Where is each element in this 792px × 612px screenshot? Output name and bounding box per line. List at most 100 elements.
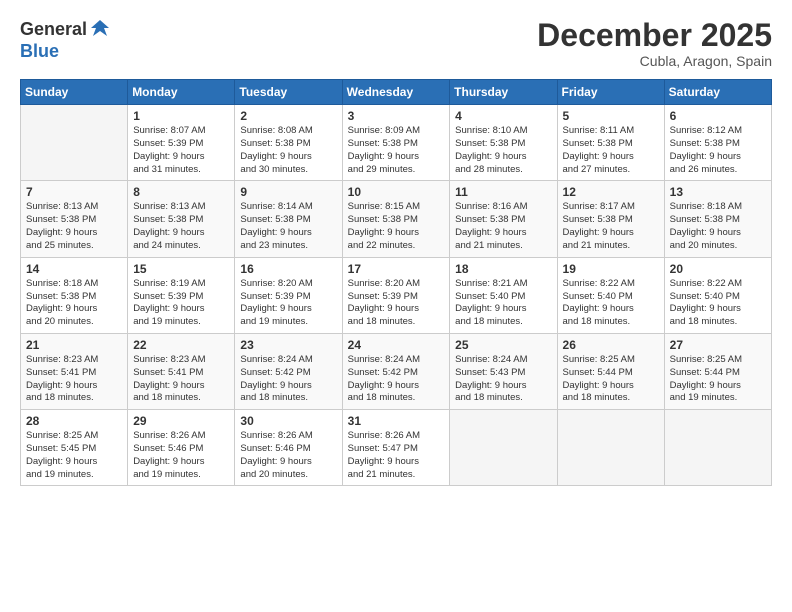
- col-sunday: Sunday: [21, 80, 128, 105]
- calendar-day-cell: 31 Sunrise: 8:26 AM Sunset: 5:47 PM Dayli…: [342, 410, 450, 486]
- day-number: 3: [348, 109, 445, 123]
- day-number: 19: [563, 262, 659, 276]
- day-info: Sunrise: 8:09 AM Sunset: 5:38 PM Dayligh…: [348, 125, 445, 176]
- day-info: Sunrise: 8:20 AM Sunset: 5:39 PM Dayligh…: [348, 278, 445, 329]
- day-info: Sunrise: 8:23 AM Sunset: 5:41 PM Dayligh…: [133, 354, 229, 405]
- calendar-day-cell: 2Sunrise: 8:08 AM Sunset: 5:38 PM Daylig…: [235, 105, 342, 181]
- day-info: Sunrise: 8:25 AM Sunset: 5:45 PM Dayligh…: [26, 430, 122, 481]
- logo-blue-text: Blue: [20, 41, 59, 61]
- calendar-day-cell: 25 Sunrise: 8:24 AM Sunset: 5:43 PM Dayli…: [450, 333, 557, 409]
- calendar-day-cell: [21, 105, 128, 181]
- day-info: Sunrise: 8:14 AM Sunset: 5:38 PM Dayligh…: [240, 201, 336, 252]
- day-number: 7: [26, 185, 122, 199]
- calendar-day-cell: 23 Sunrise: 8:24 AM Sunset: 5:42 PM Dayli…: [235, 333, 342, 409]
- day-info: Sunrise: 8:07 AM Sunset: 5:39 PM Dayligh…: [133, 125, 229, 176]
- day-info: Sunrise: 8:26 AM Sunset: 5:46 PM Dayligh…: [240, 430, 336, 481]
- title-block: December 2025 Cubla, Aragon, Spain: [537, 18, 772, 69]
- calendar-day-cell: 20Sunrise: 8:22 AM Sunset: 5:40 PM Dayli…: [664, 257, 771, 333]
- day-number: 8: [133, 185, 229, 199]
- calendar-day-cell: 24 Sunrise: 8:24 AM Sunset: 5:42 PM Dayli…: [342, 333, 450, 409]
- calendar-day-cell: 21Sunrise: 8:23 AM Sunset: 5:41 PM Dayli…: [21, 333, 128, 409]
- day-number: 20: [670, 262, 766, 276]
- day-number: 15: [133, 262, 229, 276]
- calendar-day-cell: 10 Sunrise: 8:15 AM Sunset: 5:38 PM Dayli…: [342, 181, 450, 257]
- month-title: December 2025: [537, 18, 772, 53]
- day-info: Sunrise: 8:11 AM Sunset: 5:38 PM Dayligh…: [563, 125, 659, 176]
- day-info: Sunrise: 8:25 AM Sunset: 5:44 PM Dayligh…: [670, 354, 766, 405]
- day-number: 31: [348, 414, 445, 428]
- calendar-day-cell: 13 Sunrise: 8:18 AM Sunset: 5:38 PM Dayli…: [664, 181, 771, 257]
- day-number: 17: [348, 262, 445, 276]
- day-info: Sunrise: 8:21 AM Sunset: 5:40 PM Dayligh…: [455, 278, 551, 329]
- location: Cubla, Aragon, Spain: [537, 53, 772, 69]
- calendar-day-cell: 8 Sunrise: 8:13 AM Sunset: 5:38 PM Daylig…: [128, 181, 235, 257]
- day-number: 14: [26, 262, 122, 276]
- col-friday: Friday: [557, 80, 664, 105]
- day-info: Sunrise: 8:10 AM Sunset: 5:38 PM Dayligh…: [455, 125, 551, 176]
- day-number: 30: [240, 414, 336, 428]
- day-info: Sunrise: 8:18 AM Sunset: 5:38 PM Dayligh…: [670, 201, 766, 252]
- header: General Blue December 2025 Cubla, Aragon…: [20, 18, 772, 69]
- calendar-day-cell: 4Sunrise: 8:10 AM Sunset: 5:38 PM Daylig…: [450, 105, 557, 181]
- day-info: Sunrise: 8:17 AM Sunset: 5:38 PM Dayligh…: [563, 201, 659, 252]
- logo-general-text: General: [20, 20, 87, 40]
- day-number: 21: [26, 338, 122, 352]
- calendar-day-cell: 29Sunrise: 8:26 AM Sunset: 5:46 PM Dayli…: [128, 410, 235, 486]
- calendar-day-cell: 26Sunrise: 8:25 AM Sunset: 5:44 PM Dayli…: [557, 333, 664, 409]
- day-info: Sunrise: 8:26 AM Sunset: 5:47 PM Dayligh…: [348, 430, 445, 481]
- col-saturday: Saturday: [664, 80, 771, 105]
- day-number: 28: [26, 414, 122, 428]
- calendar-day-cell: 1 Sunrise: 8:07 AM Sunset: 5:39 PM Daylig…: [128, 105, 235, 181]
- day-number: 27: [670, 338, 766, 352]
- day-number: 6: [670, 109, 766, 123]
- day-number: 22: [133, 338, 229, 352]
- day-number: 9: [240, 185, 336, 199]
- calendar-day-cell: 27 Sunrise: 8:25 AM Sunset: 5:44 PM Dayli…: [664, 333, 771, 409]
- day-info: Sunrise: 8:24 AM Sunset: 5:42 PM Dayligh…: [348, 354, 445, 405]
- calendar-day-cell: 18 Sunrise: 8:21 AM Sunset: 5:40 PM Dayli…: [450, 257, 557, 333]
- day-info: Sunrise: 8:18 AM Sunset: 5:38 PM Dayligh…: [26, 278, 122, 329]
- day-number: 24: [348, 338, 445, 352]
- calendar-header-row: Sunday Monday Tuesday Wednesday Thursday…: [21, 80, 772, 105]
- day-info: Sunrise: 8:24 AM Sunset: 5:43 PM Dayligh…: [455, 354, 551, 405]
- calendar-week-row: 14 Sunrise: 8:18 AM Sunset: 5:38 PM Dayli…: [21, 257, 772, 333]
- calendar-week-row: 28 Sunrise: 8:25 AM Sunset: 5:45 PM Dayli…: [21, 410, 772, 486]
- day-number: 12: [563, 185, 659, 199]
- calendar-day-cell: [450, 410, 557, 486]
- calendar-day-cell: 9 Sunrise: 8:14 AM Sunset: 5:38 PM Daylig…: [235, 181, 342, 257]
- day-info: Sunrise: 8:24 AM Sunset: 5:42 PM Dayligh…: [240, 354, 336, 405]
- day-info: Sunrise: 8:22 AM Sunset: 5:40 PM Dayligh…: [563, 278, 659, 329]
- day-number: 16: [240, 262, 336, 276]
- day-number: 1: [133, 109, 229, 123]
- col-monday: Monday: [128, 80, 235, 105]
- day-number: 25: [455, 338, 551, 352]
- col-thursday: Thursday: [450, 80, 557, 105]
- calendar-day-cell: 6 Sunrise: 8:12 AM Sunset: 5:38 PM Daylig…: [664, 105, 771, 181]
- day-number: 2: [240, 109, 336, 123]
- page: General Blue December 2025 Cubla, Aragon…: [0, 0, 792, 612]
- calendar-day-cell: 17 Sunrise: 8:20 AM Sunset: 5:39 PM Dayli…: [342, 257, 450, 333]
- day-info: Sunrise: 8:20 AM Sunset: 5:39 PM Dayligh…: [240, 278, 336, 329]
- day-number: 23: [240, 338, 336, 352]
- day-info: Sunrise: 8:12 AM Sunset: 5:38 PM Dayligh…: [670, 125, 766, 176]
- day-number: 13: [670, 185, 766, 199]
- calendar-day-cell: 5Sunrise: 8:11 AM Sunset: 5:38 PM Daylig…: [557, 105, 664, 181]
- calendar-day-cell: 15Sunrise: 8:19 AM Sunset: 5:39 PM Dayli…: [128, 257, 235, 333]
- calendar-day-cell: [664, 410, 771, 486]
- day-info: Sunrise: 8:26 AM Sunset: 5:46 PM Dayligh…: [133, 430, 229, 481]
- col-tuesday: Tuesday: [235, 80, 342, 105]
- calendar-day-cell: 7 Sunrise: 8:13 AM Sunset: 5:38 PM Daylig…: [21, 181, 128, 257]
- logo-bird-icon: [89, 18, 111, 40]
- day-number: 18: [455, 262, 551, 276]
- calendar-day-cell: 19 Sunrise: 8:22 AM Sunset: 5:40 PM Dayli…: [557, 257, 664, 333]
- day-number: 11: [455, 185, 551, 199]
- day-info: Sunrise: 8:15 AM Sunset: 5:38 PM Dayligh…: [348, 201, 445, 252]
- day-info: Sunrise: 8:13 AM Sunset: 5:38 PM Dayligh…: [26, 201, 122, 252]
- day-info: Sunrise: 8:16 AM Sunset: 5:38 PM Dayligh…: [455, 201, 551, 252]
- day-number: 10: [348, 185, 445, 199]
- calendar-day-cell: 3 Sunrise: 8:09 AM Sunset: 5:38 PM Daylig…: [342, 105, 450, 181]
- calendar-day-cell: 16 Sunrise: 8:20 AM Sunset: 5:39 PM Dayli…: [235, 257, 342, 333]
- day-info: Sunrise: 8:13 AM Sunset: 5:38 PM Dayligh…: [133, 201, 229, 252]
- logo: General Blue: [20, 18, 111, 62]
- calendar-day-cell: 14 Sunrise: 8:18 AM Sunset: 5:38 PM Dayli…: [21, 257, 128, 333]
